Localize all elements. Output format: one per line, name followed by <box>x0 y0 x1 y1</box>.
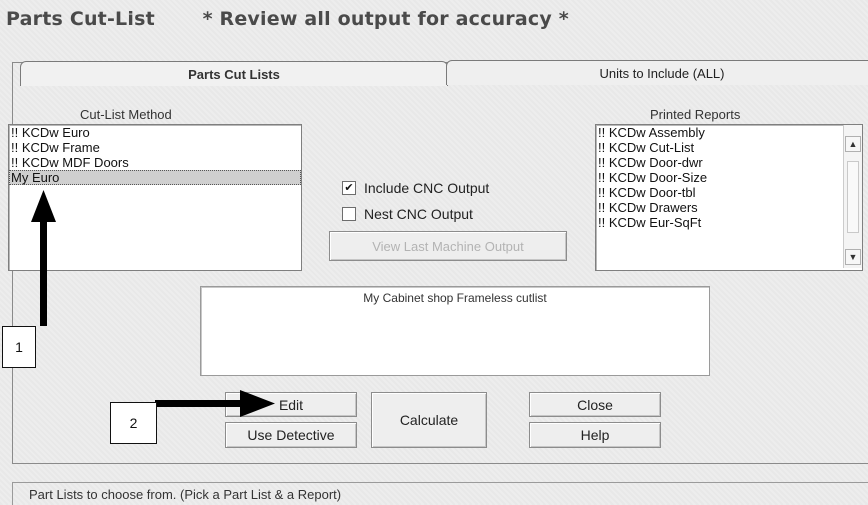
callout-2: 2 <box>110 402 157 444</box>
arrow-2-shaft <box>155 400 247 407</box>
arrow-1-head <box>31 190 56 222</box>
status-text: Part Lists to choose from. (Pick a Part … <box>29 487 342 502</box>
status-bar: Part Lists to choose from. (Pick a Part … <box>12 482 868 505</box>
callout-1: 1 <box>2 326 36 368</box>
arrow-2-head <box>240 390 275 417</box>
arrow-1-shaft <box>40 218 47 326</box>
